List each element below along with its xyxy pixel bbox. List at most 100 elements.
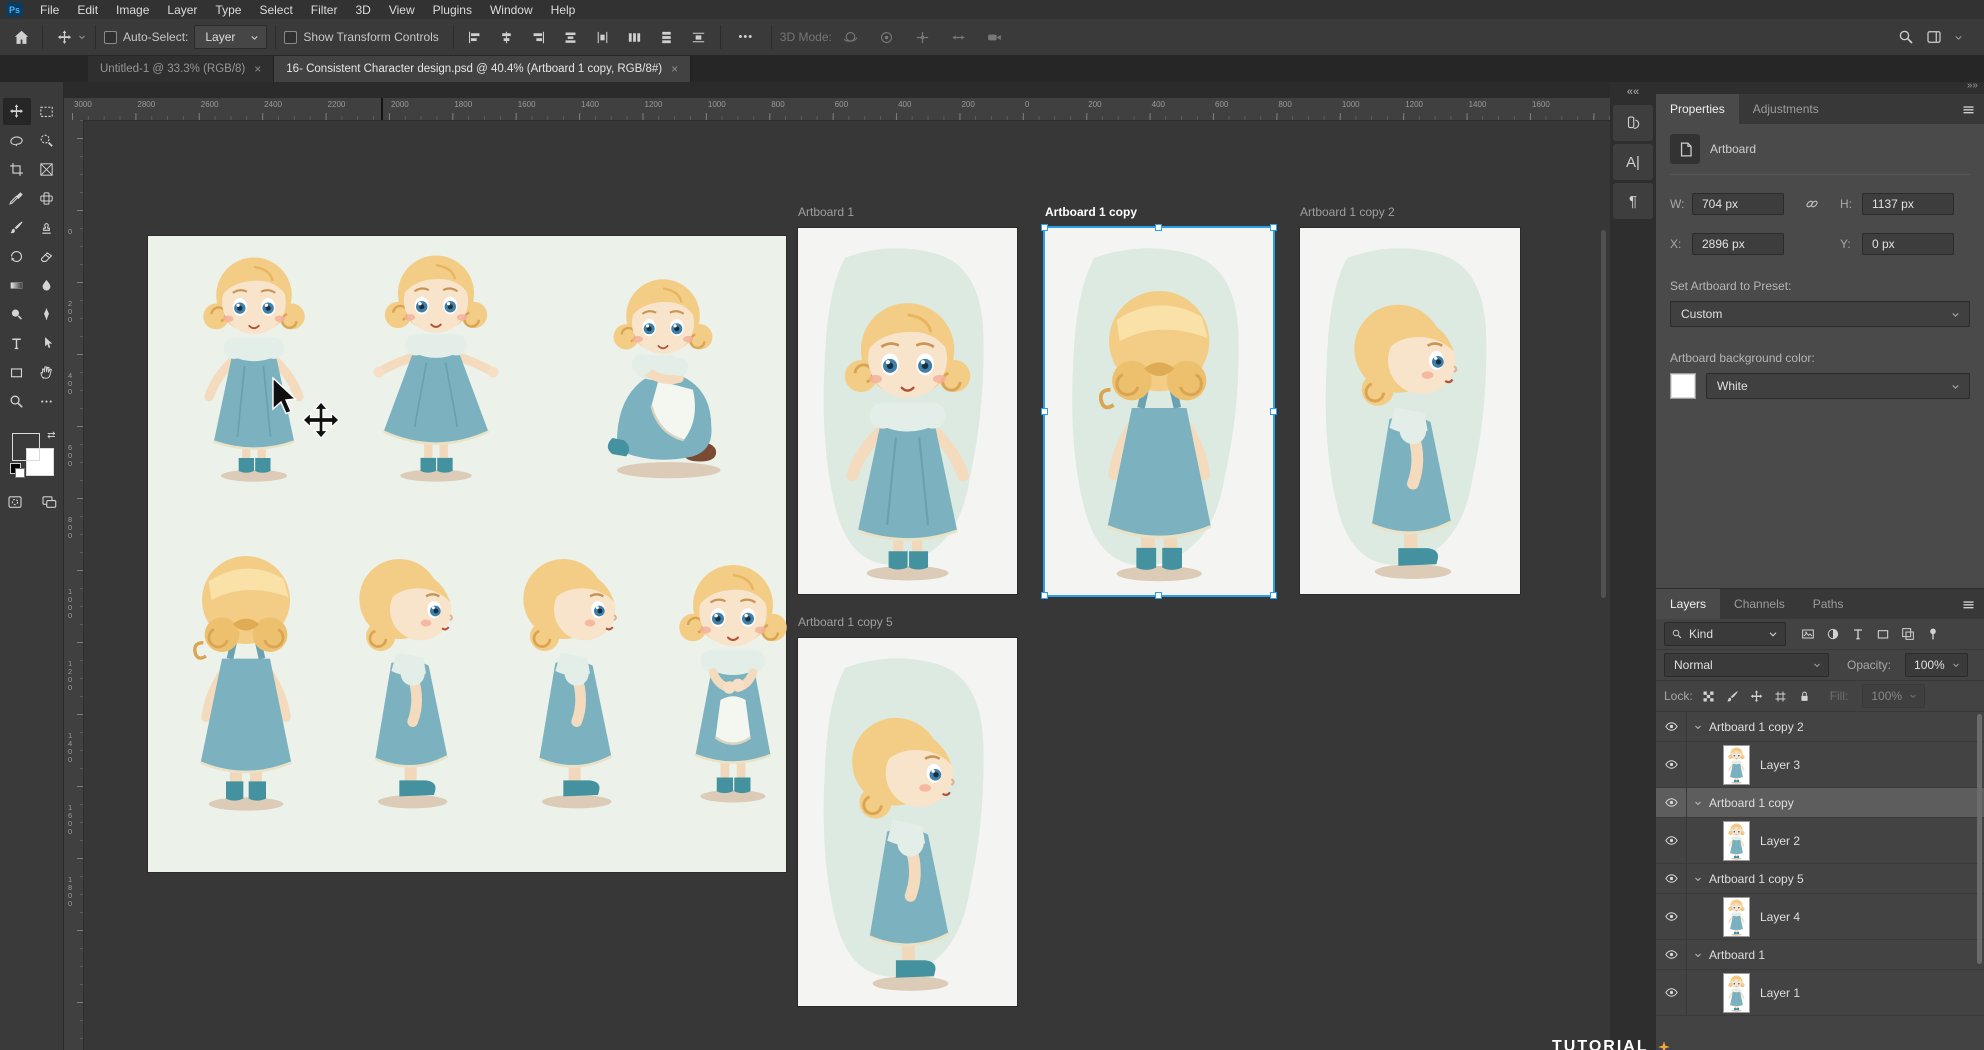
path-selection-tool[interactable] [33, 330, 61, 357]
background-color-dropdown[interactable]: White [1706, 373, 1970, 399]
panel-tab[interactable]: Paths [1799, 589, 1858, 619]
distribute-spacing-icon[interactable] [686, 24, 712, 50]
visibility-eye-icon[interactable] [1656, 940, 1687, 969]
resize-handle[interactable] [1155, 224, 1162, 231]
menu-item[interactable]: Window [481, 3, 542, 17]
height-field[interactable]: 1137 px [1862, 193, 1954, 215]
y-field[interactable]: 0 px [1862, 233, 1954, 255]
selection-frame[interactable] [1043, 226, 1275, 597]
healing-brush-tool[interactable] [33, 185, 61, 212]
brush-tool[interactable] [3, 214, 31, 241]
3d-drag-icon[interactable] [910, 24, 936, 50]
align-vertical-centers-icon[interactable] [494, 24, 520, 50]
pen-tool[interactable] [33, 301, 61, 328]
menu-item[interactable]: Help [542, 3, 585, 17]
lock-position-icon[interactable] [1749, 689, 1764, 704]
artboard-label[interactable]: Artboard 1 [798, 205, 854, 219]
eraser-tool[interactable] [33, 243, 61, 270]
group-chevron-icon[interactable] [1687, 874, 1709, 884]
width-field[interactable]: 704 px [1692, 193, 1784, 215]
visibility-eye-icon[interactable] [1656, 818, 1687, 863]
search-icon[interactable] [1897, 28, 1915, 46]
move-tool[interactable] [3, 98, 31, 125]
layer-name[interactable]: Layer 1 [1760, 986, 1800, 1000]
filter-smart-objects-icon[interactable] [1900, 626, 1916, 642]
align-left-edges-icon[interactable] [462, 24, 488, 50]
move-tool-preset[interactable] [51, 24, 77, 50]
fill-field[interactable]: 100% [1862, 684, 1925, 708]
filter-shape-layers-icon[interactable] [1875, 626, 1891, 642]
type-tool[interactable] [3, 330, 31, 357]
menu-item[interactable]: Plugins [424, 3, 481, 17]
distribute-horizontal-icon[interactable] [622, 24, 648, 50]
layer-name[interactable]: Artboard 1 copy 2 [1709, 720, 1804, 734]
distribute-vertical-icon[interactable] [654, 24, 680, 50]
menu-item[interactable]: Select [250, 3, 301, 17]
group-chevron-icon[interactable] [1687, 722, 1709, 732]
layer-thumbnail[interactable] [1723, 973, 1750, 1013]
distribute-left-icon[interactable] [590, 24, 616, 50]
visibility-eye-icon[interactable] [1656, 894, 1687, 939]
link-dimensions-icon[interactable] [1784, 195, 1840, 213]
resize-handle[interactable] [1041, 408, 1048, 415]
edit-toolbar[interactable] [33, 388, 61, 415]
dodge-tool[interactable] [3, 301, 31, 328]
default-colors-icon[interactable] [10, 463, 21, 474]
lock-all-icon[interactable] [1797, 689, 1812, 704]
artboard-label-selected[interactable]: Artboard 1 copy [1045, 205, 1137, 219]
layers-scrollbar[interactable] [1977, 714, 1982, 964]
x-field[interactable]: 2896 px [1692, 233, 1784, 255]
frame-tool[interactable] [33, 156, 61, 183]
3d-slide-icon[interactable] [946, 24, 972, 50]
layer-thumbnail[interactable] [1723, 821, 1750, 861]
rectangle-tool[interactable] [3, 359, 31, 386]
gradient-tool[interactable] [3, 272, 31, 299]
artboard-1-copy-5[interactable] [798, 638, 1017, 1006]
document-tab[interactable]: Untitled-1 @ 33.3% (RGB/8) × [88, 56, 274, 82]
object-selection-tool[interactable] [33, 127, 61, 154]
background-color-chip[interactable] [1670, 373, 1696, 399]
layer-thumbnail[interactable] [1723, 897, 1750, 937]
lasso-tool[interactable] [3, 127, 31, 154]
chevron-down-icon[interactable] [77, 32, 87, 42]
resize-handle[interactable] [1270, 408, 1277, 415]
layer-row[interactable]: Layer 1 [1656, 970, 1984, 1016]
layer-name[interactable]: Artboard 1 copy 5 [1709, 872, 1804, 886]
layer-name[interactable]: Artboard 1 copy [1709, 796, 1794, 810]
align-horizontal-centers-icon[interactable] [558, 24, 584, 50]
visibility-eye-icon[interactable] [1656, 742, 1687, 787]
workspace-switcher-icon[interactable] [1925, 28, 1943, 46]
layer-name[interactable]: Layer 2 [1760, 834, 1800, 848]
panel-menu-icon[interactable] [1961, 102, 1976, 117]
filter-adjustment-layers-icon[interactable] [1825, 626, 1841, 642]
layer-row[interactable]: Artboard 1 copy 5 [1656, 864, 1984, 894]
horizontal-ruler[interactable]: 3000280026002400220020001800160014001200… [64, 98, 1610, 121]
visibility-eye-icon[interactable] [1656, 788, 1687, 817]
layer-row[interactable]: Artboard 1 copy [1656, 788, 1984, 818]
artboard-label[interactable]: Artboard 1 copy 2 [1300, 205, 1395, 219]
swap-colors-icon[interactable]: ⇄ [47, 430, 55, 441]
3d-orbit-icon[interactable] [838, 24, 864, 50]
align-right-edges-icon[interactable] [526, 24, 552, 50]
lock-transparency-icon[interactable] [1701, 689, 1716, 704]
zoom-tool[interactable] [3, 388, 31, 415]
document-tab[interactable]: 16- Consistent Character design.psd @ 40… [274, 56, 691, 82]
history-panel-icon[interactable] [1613, 105, 1653, 141]
layer-row[interactable]: Layer 3 [1656, 742, 1984, 788]
canvas-area[interactable]: 3000280026002400220020001800160014001200… [64, 98, 1610, 1050]
quick-mask-icon[interactable] [6, 493, 24, 511]
artboard-1-copy-2[interactable] [1300, 228, 1520, 594]
screen-mode-icon[interactable] [40, 493, 58, 511]
auto-select-checkbox[interactable] [104, 31, 117, 44]
home-button[interactable] [8, 24, 34, 50]
filter-pixel-layers-icon[interactable] [1800, 626, 1816, 642]
menu-item[interactable]: Edit [68, 3, 107, 17]
tab-close-icon[interactable]: × [671, 62, 678, 76]
resize-handle[interactable] [1155, 592, 1162, 599]
lock-pixels-icon[interactable] [1725, 689, 1740, 704]
blur-tool[interactable] [33, 272, 61, 299]
menu-item[interactable]: File [31, 3, 68, 17]
3d-roll-icon[interactable] [874, 24, 900, 50]
panel-tab[interactable]: Adjustments [1739, 94, 1833, 124]
preset-dropdown[interactable]: Custom [1670, 301, 1970, 327]
